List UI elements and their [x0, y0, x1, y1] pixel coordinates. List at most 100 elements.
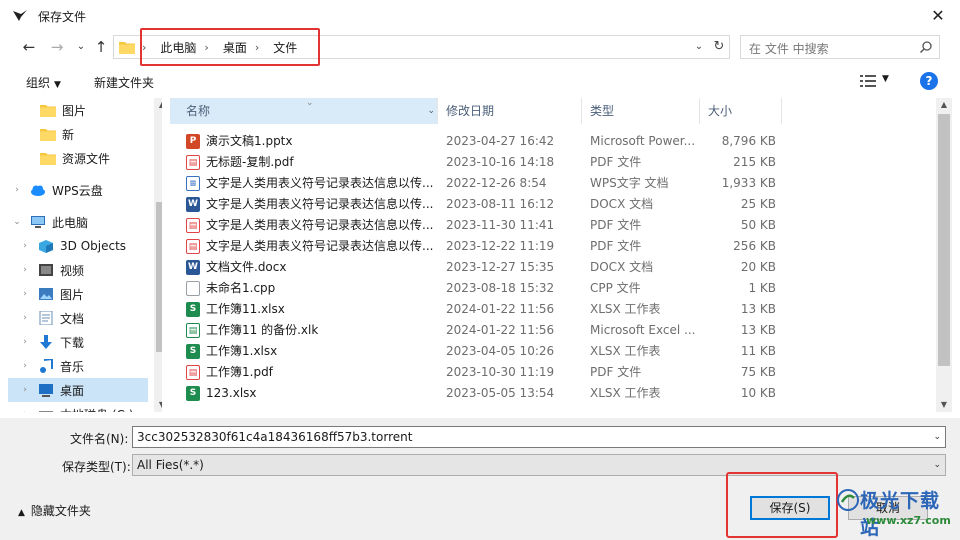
- table-row[interactable]: 未命名1.cpp 2023-08-18 15:32 CPP 文件 1 KB: [170, 278, 780, 299]
- sidebar-item[interactable]: 图片: [8, 98, 148, 122]
- drive-icon: [39, 411, 53, 412]
- column-header-type[interactable]: 类型: [582, 98, 700, 124]
- filename-field[interactable]: 3cc302532830f61c4a18436168ff57b3.torrent…: [132, 426, 946, 448]
- table-row-partial[interactable]: [170, 404, 780, 412]
- file-date: 2023-05-05 13:54: [446, 386, 555, 400]
- sidebar-item[interactable]: › WPS云盘: [8, 178, 148, 202]
- xlsx-file-icon: S: [186, 386, 200, 401]
- address-bar[interactable]: › 此电脑 › 桌面 › 文件 ⌄ ↻: [113, 35, 730, 59]
- search-input[interactable]: 在 文件 中搜索: [740, 35, 940, 59]
- table-row[interactable]: W 文档文件.docx 2023-12-27 15:35 DOCX 文档 20 KB: [170, 257, 780, 278]
- scroll-up-icon[interactable]: ▲: [936, 98, 952, 112]
- table-row[interactable]: ▤ 工作簿1.pdf 2023-10-30 11:19 PDF 文件 75 KB: [170, 362, 780, 383]
- scroll-up-icon[interactable]: ▲: [154, 98, 162, 112]
- column-header-date[interactable]: 修改日期: [438, 98, 582, 124]
- sidebar-item[interactable]: › 下载: [8, 330, 148, 354]
- file-size: 50 KB: [740, 218, 776, 232]
- breadcrumb-files[interactable]: 文件: [259, 39, 305, 56]
- sidebar-item[interactable]: › 桌面: [8, 378, 148, 402]
- chevron-down-icon[interactable]: ⌄: [427, 98, 435, 124]
- file-date: 2023-12-22 11:19: [446, 239, 555, 253]
- new-folder-button[interactable]: 新建文件夹: [94, 74, 154, 91]
- organize-button[interactable]: 组织 ▼: [26, 74, 61, 91]
- forward-arrow-icon[interactable]: →: [48, 38, 66, 56]
- chevron-down-icon[interactable]: ⌄: [933, 427, 941, 447]
- chevron-right-icon[interactable]: ›: [12, 185, 22, 195]
- filename-value: 3cc302532830f61c4a18436168ff57b3.torrent: [137, 430, 413, 444]
- docx-file-icon: W: [186, 197, 200, 212]
- file-date: 2023-04-27 16:42: [446, 134, 555, 148]
- refresh-icon[interactable]: ↻: [710, 38, 728, 56]
- breadcrumb-desktop[interactable]: 桌面: [209, 39, 255, 56]
- chevron-right-icon[interactable]: ›: [20, 409, 30, 412]
- navigation-pane: 图片新资源文件 › WPS云盘 ⌄ 此电脑 › 3D Objects › 视频 › 图片 › 文档 › 下载…: [8, 98, 162, 412]
- hide-folders-toggle[interactable]: ▲ 隐藏文件夹: [18, 502, 91, 519]
- table-row[interactable]: S 工作簿1.xlsx 2023-04-05 10:26 XLSX 工作表 11 KB: [170, 341, 780, 362]
- caret-down-icon[interactable]: ▼: [882, 74, 889, 84]
- chevron-right-icon[interactable]: ›: [20, 361, 30, 371]
- desktop-icon: [39, 384, 53, 397]
- sidebar-item[interactable]: › 本地磁盘 (C:): [8, 402, 148, 412]
- view-options-icon[interactable]: [860, 74, 876, 88]
- file-type: XLSX 工作表: [590, 302, 661, 316]
- chevron-down-icon[interactable]: ⌄: [691, 39, 707, 55]
- table-row[interactable]: ▤ 文字是人类用表义符号记录表达信息以传... 2023-11-30 11:41 PD…: [170, 215, 780, 236]
- filetype-select[interactable]: All Fies(*.*) ⌄: [132, 454, 946, 476]
- recent-dropdown-icon[interactable]: ⌄: [72, 38, 90, 56]
- column-header-name[interactable]: 名称 ⌄ ⌄: [170, 98, 438, 124]
- chevron-right-icon[interactable]: ›: [20, 313, 30, 323]
- xlsx-file-icon: S: [186, 344, 200, 359]
- file-type: PDF 文件: [590, 155, 642, 169]
- folder-icon: [119, 42, 135, 54]
- file-size: 1,933 KB: [721, 176, 776, 190]
- folder-icon: [40, 105, 56, 117]
- sidebar-item[interactable]: 新: [8, 122, 148, 146]
- breadcrumb-this-pc[interactable]: 此电脑: [146, 39, 204, 56]
- sidebar-item[interactable]: 资源文件: [8, 146, 148, 170]
- sidebar-item[interactable]: › 视频: [8, 258, 148, 282]
- search-placeholder: 在 文件 中搜索: [749, 42, 829, 56]
- table-row[interactable]: ≡ 文字是人类用表义符号记录表达信息以传... 2022-12-26 8:54 WPS…: [170, 173, 780, 194]
- table-row[interactable]: ▤ 工作簿11 的备份.xlk 2024-01-22 11:56 Microsoft …: [170, 320, 780, 341]
- close-button[interactable]: ✕: [920, 0, 956, 32]
- file-type: PDF 文件: [590, 239, 642, 253]
- help-icon[interactable]: ?: [920, 72, 938, 90]
- chevron-right-icon[interactable]: ›: [20, 265, 30, 275]
- nav-scroll-thumb[interactable]: [156, 202, 162, 352]
- cloud-icon: [31, 185, 45, 196]
- file-date: 2023-04-05 10:26: [446, 344, 555, 358]
- chevron-down-icon[interactable]: ⌄: [12, 217, 22, 227]
- download-icon: [40, 335, 52, 349]
- scroll-down-icon[interactable]: ▼: [154, 398, 162, 412]
- nav-scrollbar[interactable]: ▲ ▼: [154, 98, 162, 412]
- pdf-file-icon: ▤: [186, 218, 200, 233]
- up-arrow-icon[interactable]: ↑: [92, 38, 110, 56]
- sidebar-item[interactable]: ⌄ 此电脑: [8, 210, 148, 234]
- table-row[interactable]: S 123.xlsx 2023-05-05 13:54 XLSX 工作表 10 KB: [170, 383, 780, 404]
- file-scrollbar[interactable]: ▲ ▼: [936, 98, 952, 412]
- sidebar-item[interactable]: › 文档: [8, 306, 148, 330]
- file-scroll-thumb[interactable]: [938, 114, 950, 366]
- caret-down-icon: ▼: [54, 80, 61, 90]
- save-button[interactable]: 保存(S): [750, 496, 830, 520]
- sidebar-item[interactable]: › 3D Objects: [8, 234, 148, 258]
- chevron-right-icon[interactable]: ›: [20, 385, 30, 395]
- back-arrow-icon[interactable]: ←: [20, 38, 38, 56]
- scroll-down-icon[interactable]: ▼: [936, 398, 952, 412]
- table-row[interactable]: P 演示文稿1.pptx 2023-04-27 16:42 Microsoft Pow…: [170, 131, 780, 152]
- file-date: 2023-08-11 16:12: [446, 197, 555, 211]
- file-name: 无标题-复制.pdf: [206, 155, 294, 169]
- column-header-size[interactable]: 大小: [700, 98, 782, 124]
- chevron-right-icon[interactable]: ›: [20, 337, 30, 347]
- table-row[interactable]: W 文字是人类用表义符号记录表达信息以传... 2023-08-11 16:12 DO…: [170, 194, 780, 215]
- sidebar-item[interactable]: › 音乐: [8, 354, 148, 378]
- table-row[interactable]: S 工作簿11.xlsx 2024-01-22 11:56 XLSX 工作表 13 KB: [170, 299, 780, 320]
- pptx-file-icon: P: [186, 134, 200, 149]
- chevron-right-icon[interactable]: ›: [20, 241, 30, 251]
- chevron-right-icon[interactable]: ›: [20, 289, 30, 299]
- table-row[interactable]: ▤ 文字是人类用表义符号记录表达信息以传... 2023-12-22 11:19 PD…: [170, 236, 780, 257]
- file-size: 75 KB: [740, 365, 776, 379]
- document-icon: [39, 311, 53, 325]
- table-row[interactable]: ▤ 无标题-复制.pdf 2023-10-16 14:18 PDF 文件 215 KB: [170, 152, 780, 173]
- sidebar-item[interactable]: › 图片: [8, 282, 148, 306]
